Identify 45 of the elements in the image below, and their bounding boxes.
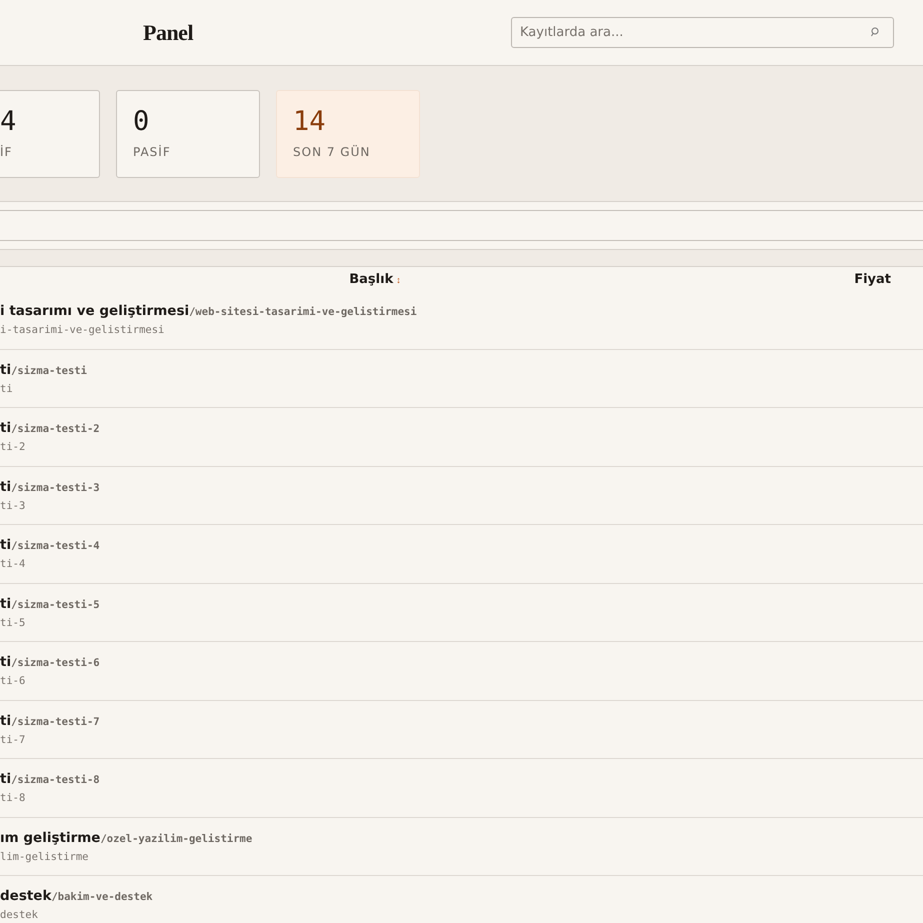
column-header[interactable]: Başlık — [349, 272, 394, 287]
sort-icon[interactable]: ↕ — [396, 275, 401, 285]
row-subtitle: ti-7 — [0, 734, 26, 746]
row-slug: /sizma-testi-7 — [11, 716, 100, 728]
row-title: ti — [0, 478, 12, 494]
stat-value: 14 — [293, 105, 326, 139]
search-field[interactable]: Kayıtlarda ara... — [511, 17, 894, 48]
stat-value: 4 — [0, 105, 16, 139]
row-subtitle: destek — [0, 909, 38, 921]
row-slug: /sizma-testi-2 — [11, 423, 100, 435]
row-slug: /sizma-testi-6 — [11, 657, 100, 669]
row-title: ti — [0, 596, 12, 612]
row-title: ti — [0, 362, 12, 378]
row-slug: /sizma-testi-5 — [11, 598, 100, 610]
stat-label: PASİF — [133, 145, 171, 159]
search-icon — [870, 27, 880, 37]
row-subtitle: ti-4 — [0, 558, 26, 570]
row-title: ti — [0, 537, 12, 553]
stat-label: İF — [0, 145, 12, 159]
row-title: ti — [0, 654, 12, 670]
row-subtitle: ti-6 — [0, 675, 26, 687]
row-subtitle: ti-3 — [0, 500, 26, 512]
row-title: ti — [0, 712, 12, 728]
row-subtitle: ti-8 — [0, 792, 26, 804]
row-subtitle: lim-gelistirme — [0, 850, 89, 862]
row-subtitle: i-tasarimi-ve-gelistirmesi — [0, 324, 164, 336]
row-title: ım geliştirme — [0, 830, 100, 846]
stat-label: SON 7 GÜN — [293, 145, 370, 159]
row-slug: /ozel-yazilim-gelistirme — [100, 832, 252, 844]
row-slug: /sizma-testi-3 — [11, 482, 100, 494]
column-header[interactable]: Fiyat — [854, 272, 891, 287]
row-title: ti — [0, 771, 12, 787]
row-subtitle: ti-5 — [0, 616, 26, 628]
row-slug: /bakim-ve-destek — [51, 891, 153, 903]
row-slug: /web-sitesi-tasarimi-ve-gelistirmesi — [189, 306, 417, 318]
row-slug: /sizma-testi-4 — [11, 540, 100, 552]
row-slug: /sizma-testi-8 — [11, 774, 100, 786]
row-slug: /sizma-testi — [11, 364, 87, 376]
row-subtitle: ti-2 — [0, 441, 26, 453]
stat-value: 0 — [133, 105, 150, 139]
page-title: Panel — [143, 20, 194, 46]
row-title: ti — [0, 420, 12, 436]
row-title: i tasarımı ve geliştirmesi — [0, 303, 190, 319]
row-subtitle: ti — [0, 382, 13, 394]
row-title: destek — [0, 888, 52, 904]
